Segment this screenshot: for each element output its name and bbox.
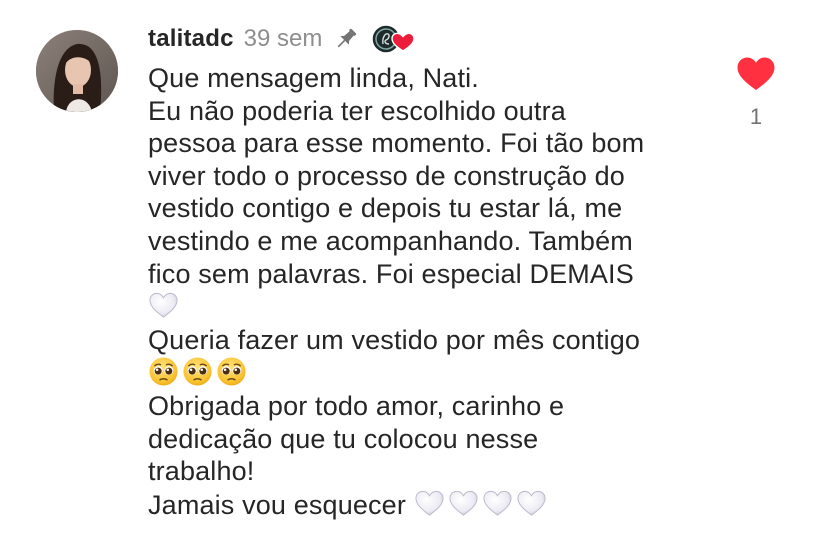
- white-heart-emoji: [414, 488, 445, 519]
- comment-line: fico sem palavras. Foi especial DEMAIS: [148, 258, 634, 289]
- comment-last-line: Jamais vou esquecer: [148, 488, 718, 522]
- comment-line: Obrigada por todo amor, carinho e: [148, 390, 565, 421]
- pin-icon: [332, 25, 360, 53]
- emoji-line: [148, 290, 718, 324]
- comment-line: viver todo o processo de construção do: [148, 160, 625, 191]
- white-heart-emoji: [148, 290, 179, 321]
- white-heart-emoji: [448, 488, 479, 519]
- comment-line: dedicação que tu colocou nesse: [148, 423, 539, 454]
- white-heart-emoji: [482, 488, 513, 519]
- like-count[interactable]: 1: [736, 104, 776, 130]
- pleading-face-emoji: [182, 356, 213, 387]
- comment-line: Jamais vou esquecer: [148, 489, 406, 520]
- comment: talitadc 39 sem Que mensagem linda, Nati…: [0, 0, 820, 533]
- comment-line: Queria fazer um vestido por mês contigo: [148, 324, 641, 355]
- comment-line: vestindo e me acompanhando. Também: [148, 225, 633, 256]
- pleading-face-emoji: [216, 356, 247, 387]
- heart-icon[interactable]: [736, 56, 776, 92]
- comment-text: Que mensagem linda, Nati. Eu não poderia…: [148, 62, 718, 521]
- comment-line: vestido contigo e depois tu estar lá, me: [148, 193, 623, 224]
- comment-line: trabalho!: [148, 456, 255, 487]
- comment-line: Eu não poderia ter escolhido outra: [148, 95, 566, 126]
- like-area: 1: [736, 56, 776, 130]
- timestamp: 39 sem: [243, 25, 323, 52]
- emoji-line: [148, 356, 718, 390]
- username[interactable]: talitadc: [148, 25, 234, 53]
- comment-header: talitadc 39 sem: [148, 22, 416, 56]
- creator-heart-badge-icon: [370, 23, 416, 55]
- avatar[interactable]: [36, 30, 118, 112]
- pleading-face-emoji: [148, 356, 179, 387]
- white-heart-emoji: [516, 488, 547, 519]
- comment-line: pessoa para esse momento. Foi tão bom: [148, 128, 645, 159]
- comment-line: Que mensagem linda, Nati.: [148, 63, 479, 93]
